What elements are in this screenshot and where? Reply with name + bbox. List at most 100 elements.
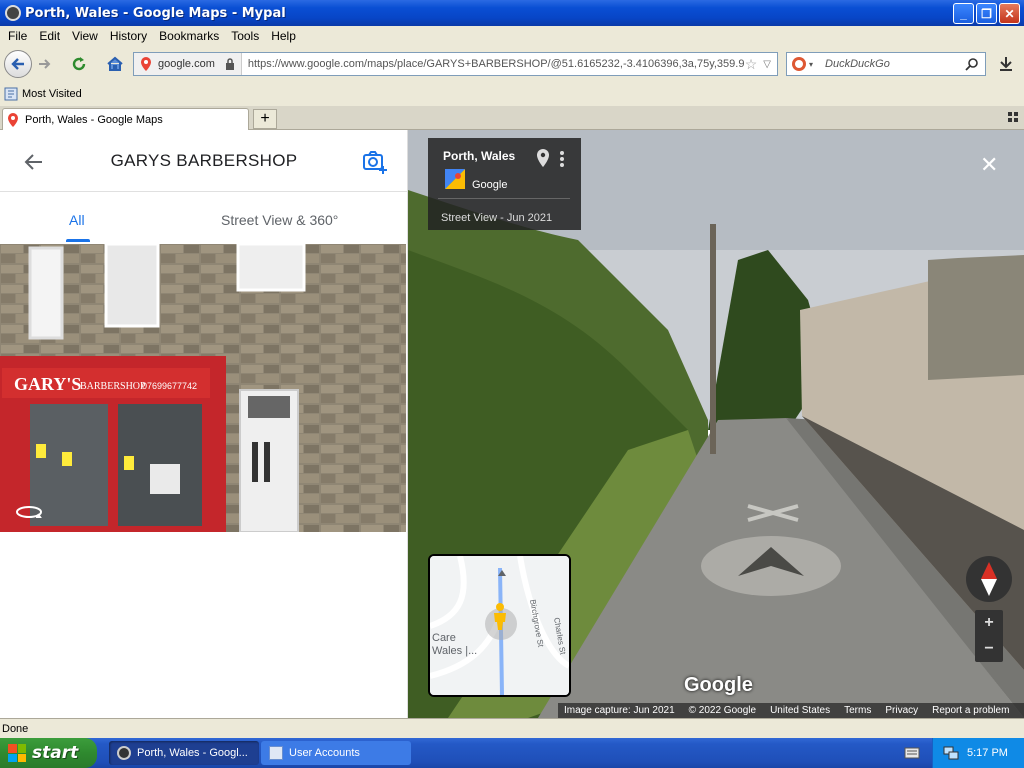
image-capture-date: Image capture: Jun 2021 <box>564 705 675 716</box>
new-tab-button[interactable]: + <box>253 109 277 129</box>
copyright: © 2022 Google <box>688 705 757 716</box>
bookmark-star-icon[interactable]: ☆ <box>745 56 758 73</box>
menu-bar: File Edit View History Bookmarks Tools H… <box>0 26 1024 46</box>
menu-bookmarks[interactable]: Bookmarks <box>155 29 223 43</box>
google-logo: Google <box>684 674 753 696</box>
street-view-brand: Google <box>472 179 508 191</box>
storefront-image: GARY'S BARBERSHOP 07699677742 <box>0 244 406 532</box>
street-view-place-name: Porth, Wales <box>443 149 516 163</box>
bookmark-most-visited[interactable]: Most Visited <box>22 88 82 100</box>
place-panel-header: GARYS BARBERSHOP <box>0 130 408 192</box>
most-visited-icon <box>4 87 18 101</box>
location-pin-icon[interactable] <box>536 149 550 167</box>
storefront-phone-text: 07699677742 <box>142 381 197 391</box>
add-photo-icon[interactable] <box>362 149 388 175</box>
address-bar[interactable]: google.com https://www.google.com/maps/p… <box>133 52 778 76</box>
close-window-button[interactable]: ✕ <box>999 3 1020 24</box>
back-button[interactable] <box>4 50 32 78</box>
street-view-info-card: Porth, Wales Google Street View - Jun 20… <box>428 138 581 230</box>
taskbar-task-user-accounts[interactable]: User Accounts <box>261 741 411 765</box>
keyboard-icon[interactable] <box>904 746 920 760</box>
user-accounts-task-icon <box>269 746 283 760</box>
forward-arrow-icon <box>39 59 51 69</box>
place-panel: GARYS BARBERSHOP All Street View & 360° <box>0 130 408 718</box>
download-arrow-icon <box>1000 57 1012 71</box>
search-icon[interactable] <box>965 57 979 71</box>
tab-bar: Porth, Wales - Google Maps + <box>0 106 1024 130</box>
street-view-date: Street View - Jun 2021 <box>441 212 553 224</box>
info-card-divider <box>438 198 570 199</box>
search-input[interactable]: DuckDuckGo <box>825 58 965 70</box>
google-maps-logo-icon <box>445 169 465 189</box>
close-street-view-icon[interactable]: ✕ <box>980 152 998 178</box>
navigation-toolbar: google.com https://www.google.com/maps/p… <box>0 46 1024 82</box>
photo-tabs: All Street View & 360° <box>0 192 408 244</box>
start-label: start <box>32 743 79 763</box>
menu-file[interactable]: File <box>4 29 31 43</box>
privacy-link[interactable]: Privacy <box>885 705 918 716</box>
menu-edit[interactable]: Edit <box>35 29 64 43</box>
url-dropdown-icon[interactable]: ▽ <box>763 59 771 70</box>
tab-street-view[interactable]: Street View & 360° <box>221 212 338 228</box>
windows-flag-icon <box>8 744 26 762</box>
menu-view[interactable]: View <box>68 29 102 43</box>
more-options-icon[interactable] <box>559 150 565 168</box>
storefront-photo[interactable]: GARY'S BARBERSHOP 07699677742 <box>0 244 406 532</box>
minimap-label-care: Care <box>432 632 456 644</box>
forward-button[interactable] <box>32 51 58 77</box>
search-bar[interactable]: ▾ DuckDuckGo <box>786 52 986 76</box>
zoom-in-button[interactable]: + <box>984 614 993 632</box>
terms-link[interactable]: Terms <box>844 705 871 716</box>
taskbar-task-label: Porth, Wales - Googl... <box>137 747 248 759</box>
system-tray: 5:17 PM <box>932 738 1024 768</box>
url-text[interactable]: https://www.google.com/maps/place/GARYS+… <box>242 58 745 70</box>
minimize-button[interactable]: _ <box>953 3 974 24</box>
maximize-button[interactable]: ❐ <box>976 3 997 24</box>
bookmarks-toolbar: Most Visited <box>0 82 1024 106</box>
taskbar-task-label: User Accounts <box>289 747 360 759</box>
compass-button[interactable] <box>966 556 1012 602</box>
tab-list-icon[interactable] <box>1008 112 1018 122</box>
attribution-bar: Image capture: Jun 2021 © 2022 Google Un… <box>558 703 1024 718</box>
zoom-out-button[interactable]: − <box>984 640 993 658</box>
window-title: Porth, Wales - Google Maps - Mypal <box>25 5 286 21</box>
tab-label: Porth, Wales - Google Maps <box>25 113 163 126</box>
street-view[interactable]: Porth, Wales Google Street View - Jun 20… <box>408 130 1024 718</box>
duckduckgo-icon <box>792 57 806 71</box>
status-bar: Done <box>0 718 1024 738</box>
google-maps-pin-icon <box>141 57 151 71</box>
mypal-task-icon <box>117 746 131 760</box>
site-identity-label: google.com <box>158 58 215 70</box>
downloads-button[interactable] <box>994 52 1018 76</box>
compass-icon <box>981 562 997 596</box>
home-icon <box>107 56 123 71</box>
report-problem-link[interactable]: Report a problem <box>932 705 1009 716</box>
pegman-icon[interactable] <box>490 602 510 630</box>
window-titlebar: Porth, Wales - Google Maps - Mypal _ ❐ ✕ <box>0 0 1024 26</box>
menu-history[interactable]: History <box>106 29 151 43</box>
reload-button[interactable] <box>66 51 92 77</box>
storefront-sign-text: GARY'S <box>14 374 81 394</box>
google-maps-favicon-icon <box>8 112 18 127</box>
taskbar: start Porth, Wales - Googl... User Accou… <box>0 738 1024 768</box>
network-icon[interactable] <box>943 746 959 760</box>
status-text: Done <box>2 722 29 735</box>
back-arrow-icon <box>11 58 24 70</box>
home-button[interactable] <box>102 51 128 77</box>
menu-help[interactable]: Help <box>267 29 300 43</box>
menu-tools[interactable]: Tools <box>227 29 263 43</box>
minimap[interactable]: Care Wales |... Birchgrove St Charles St <box>428 554 571 697</box>
start-button[interactable]: start <box>0 738 97 768</box>
page-content: GARYS BARBERSHOP All Street View & 360° <box>0 130 1024 718</box>
lock-icon <box>225 58 234 70</box>
taskbar-task-mypal[interactable]: Porth, Wales - Googl... <box>109 741 259 765</box>
region-link[interactable]: United States <box>770 705 830 716</box>
site-identity[interactable]: google.com <box>134 53 242 75</box>
tab-google-maps[interactable]: Porth, Wales - Google Maps <box>2 108 249 130</box>
tab-all[interactable]: All <box>69 212 85 228</box>
place-title: GARYS BARBERSHOP <box>110 151 298 170</box>
storefront-subtitle-text: BARBERSHOP <box>80 381 146 392</box>
360-rotate-icon <box>16 506 42 518</box>
search-engine-dropdown-icon[interactable]: ▾ <box>809 60 813 69</box>
clock[interactable]: 5:17 PM <box>967 747 1008 759</box>
